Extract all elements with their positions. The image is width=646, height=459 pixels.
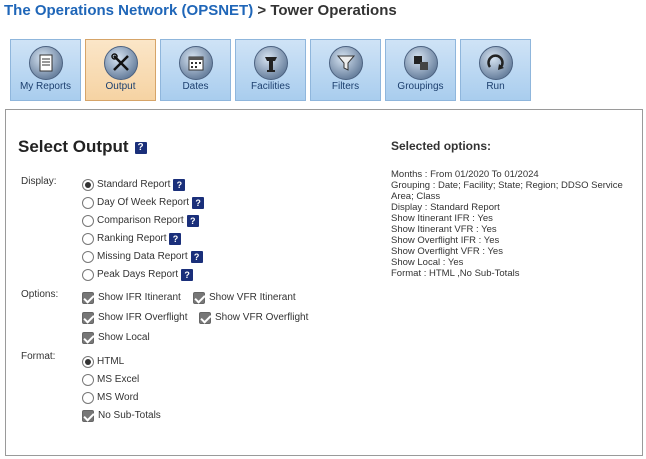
display-option-missing-data[interactable]: Missing Data Report?	[82, 250, 203, 264]
display-option-standard[interactable]: Standard Report?	[82, 178, 186, 192]
radio-button[interactable]	[82, 251, 94, 263]
selected-option-line: Show Local : Yes	[391, 257, 464, 268]
tab-label: Groupings	[397, 81, 444, 92]
format-label: Format:	[21, 351, 56, 362]
selected-option-line: Display : Standard Report	[391, 202, 500, 213]
output-panel: Select Output? Display: Standard Report?…	[5, 109, 643, 456]
option-label: Show VFR Itinerant	[209, 292, 296, 303]
radio-button[interactable]	[82, 215, 94, 227]
breadcrumb-separator: >	[257, 2, 267, 19]
display-option-peak-days[interactable]: Peak Days Report?	[82, 268, 194, 282]
display-option-ranking[interactable]: Ranking Report?	[82, 232, 182, 246]
option-label: HTML	[97, 356, 125, 367]
calendar-icon	[178, 46, 213, 80]
page-title: Tower Operations	[270, 2, 397, 19]
radio-button[interactable]	[82, 197, 94, 209]
help-icon[interactable]: ?	[181, 269, 194, 281]
tab-dates[interactable]: Dates	[160, 39, 231, 101]
option-label: No Sub-Totals	[98, 410, 161, 421]
selected-option-line: Grouping : Date; Facility; State; Region…	[391, 180, 623, 202]
tab-label: Filters	[331, 81, 360, 92]
help-icon[interactable]: ?	[173, 179, 186, 191]
option-label: Missing Data Report	[97, 251, 188, 262]
tab-facilities[interactable]: Facilities	[235, 39, 306, 101]
options-label: Options:	[21, 289, 59, 300]
option-show-vfr-overflight[interactable]: Show VFR Overflight	[199, 311, 308, 325]
checkbox[interactable]	[82, 292, 94, 304]
selected-option-line: Months : From 01/2020 To 01/2024	[391, 169, 539, 180]
radio-button[interactable]	[82, 374, 94, 386]
display-option-day-of-week[interactable]: Day Of Week Report?	[82, 196, 205, 210]
option-show-ifr-itinerant[interactable]: Show IFR Itinerant	[82, 291, 181, 305]
app-brand-link[interactable]: The Operations Network (OPSNET)	[4, 2, 253, 19]
option-label: MS Excel	[97, 374, 140, 385]
option-no-sub-totals[interactable]: No Sub-Totals	[82, 409, 161, 423]
page-header: The Operations Network (OPSNET) > Tower …	[4, 2, 397, 22]
tab-output[interactable]: Output	[85, 39, 156, 101]
format-option-html[interactable]: HTML	[82, 355, 124, 369]
tab-label: Run	[486, 81, 505, 92]
radio-button[interactable]	[82, 233, 94, 245]
option-label: Show Local	[98, 332, 150, 343]
selected-options-title: Selected options:	[391, 139, 492, 153]
radio-button[interactable]	[82, 269, 94, 281]
option-show-local[interactable]: Show Local	[82, 331, 150, 345]
help-icon[interactable]: ?	[186, 215, 199, 227]
option-label: Day Of Week Report	[97, 197, 190, 208]
help-icon[interactable]: ?	[169, 233, 182, 245]
format-option-ms-excel[interactable]: MS Excel	[82, 373, 139, 387]
option-label: Standard Report	[97, 179, 171, 190]
tab-label: Facilities	[251, 81, 290, 92]
checkbox[interactable]	[199, 312, 211, 324]
option-label: Comparison Report	[97, 215, 184, 226]
tower-icon	[253, 46, 288, 80]
tab-run[interactable]: Run	[460, 39, 531, 101]
run-arrow-icon	[478, 46, 513, 80]
format-option-ms-word[interactable]: MS Word	[82, 391, 139, 405]
option-show-ifr-overflight[interactable]: Show IFR Overflight	[82, 311, 187, 325]
option-label: MS Word	[97, 392, 139, 403]
tab-label: Output	[105, 81, 136, 92]
selected-option-line: Format : HTML ,No Sub-Totals	[391, 268, 520, 279]
help-icon[interactable]: ?	[190, 251, 203, 263]
option-show-vfr-itinerant[interactable]: Show VFR Itinerant	[193, 291, 296, 305]
tab-filters[interactable]: Filters	[310, 39, 381, 101]
checkbox[interactable]	[82, 312, 94, 324]
selected-option-line: Show Itinerant VFR : Yes	[391, 224, 497, 235]
selected-option-line: Show Overflight IFR : Yes	[391, 235, 500, 246]
display-option-comparison[interactable]: Comparison Report?	[82, 214, 199, 228]
selected-option-line: Show Overflight VFR : Yes	[391, 246, 503, 257]
help-icon[interactable]: ?	[192, 197, 205, 209]
checkbox[interactable]	[82, 410, 94, 422]
checkbox[interactable]	[193, 292, 205, 304]
tab-label: My Reports	[19, 81, 72, 92]
tab-my-reports[interactable]: My Reports	[10, 39, 81, 101]
help-icon[interactable]: ?	[134, 142, 147, 154]
radio-button[interactable]	[82, 179, 94, 191]
section-title: Select Output?	[18, 137, 147, 157]
checkbox[interactable]	[82, 332, 94, 344]
funnel-icon	[328, 46, 363, 80]
option-label: Peak Days Report	[97, 269, 179, 280]
option-label: Show IFR Overflight	[98, 312, 188, 323]
radio-button[interactable]	[82, 392, 94, 404]
radio-button[interactable]	[82, 356, 94, 368]
tab-label: Dates	[182, 81, 209, 92]
groupings-icon	[403, 46, 438, 80]
display-label: Display:	[21, 176, 57, 187]
option-label: Ranking Report	[97, 233, 167, 244]
option-label: Show VFR Overflight	[215, 312, 309, 323]
option-label: Show IFR Itinerant	[98, 292, 181, 303]
selected-options-list: Months : From 01/2020 To 01/2024 Groupin…	[391, 169, 641, 279]
document-icon	[28, 46, 63, 80]
section-title-text: Select Output	[18, 137, 129, 156]
tools-icon	[103, 46, 138, 80]
selected-option-line: Show Itinerant IFR : Yes	[391, 213, 493, 224]
tab-groupings[interactable]: Groupings	[385, 39, 456, 101]
